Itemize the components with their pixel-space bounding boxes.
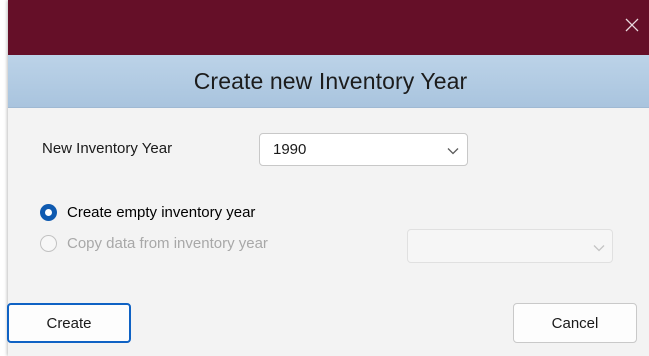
cancel-button-label: Cancel (551, 314, 599, 332)
option-create-empty[interactable]: Create empty inventory year (40, 204, 255, 221)
dialog-title: Create new Inventory Year (193, 67, 468, 94)
create-button[interactable]: Create (7, 303, 131, 343)
create-inventory-year-dialog: Create new Inventory Year New Inventory … (7, 0, 649, 356)
option-copy-data-label: Copy data from inventory year (67, 235, 268, 252)
new-year-select[interactable]: 1990 (259, 133, 468, 166)
option-create-empty-label: Create empty inventory year (67, 204, 256, 221)
title-bar (8, 0, 649, 55)
copy-from-year-select[interactable] (407, 229, 613, 263)
close-icon (625, 18, 639, 32)
header-band: Create new Inventory Year (8, 55, 649, 108)
radio-create-empty[interactable] (40, 204, 57, 221)
new-year-value: 1990 (273, 141, 307, 158)
option-copy-data[interactable]: Copy data from inventory year (40, 235, 268, 252)
close-button[interactable] (619, 12, 645, 38)
chevron-down-icon (447, 148, 459, 155)
cancel-button[interactable]: Cancel (513, 303, 637, 343)
create-button-label: Create (46, 314, 92, 332)
radio-copy-data[interactable] (40, 235, 57, 252)
new-year-label: New Inventory Year (42, 140, 173, 157)
chevron-down-icon (593, 245, 605, 252)
